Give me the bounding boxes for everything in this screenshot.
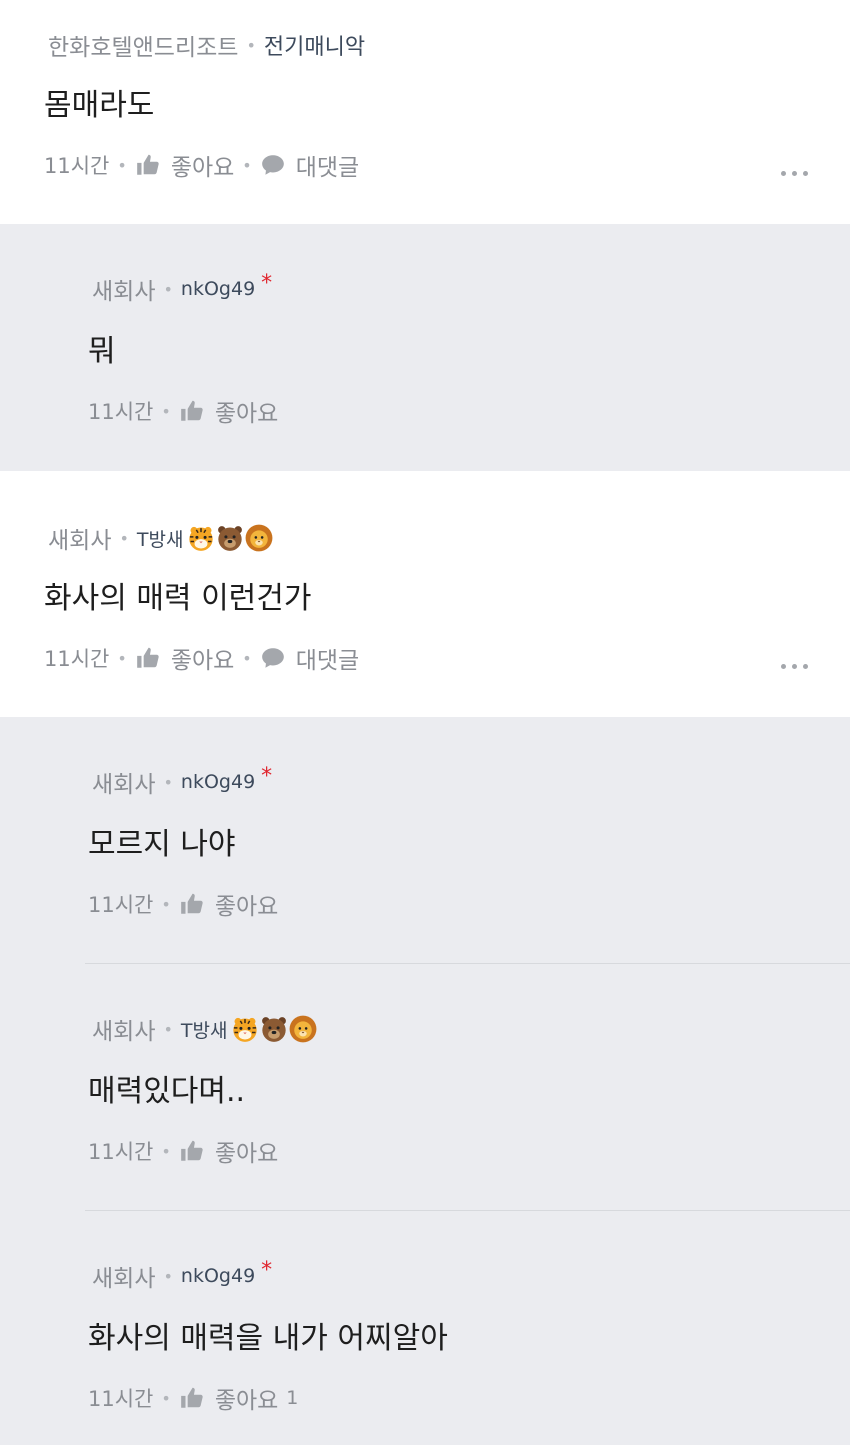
comment-actions: 11시간 • 좋아요 1	[88, 1381, 298, 1415]
separator-dot: •	[163, 772, 173, 792]
comment-author: 한화호텔앤드리조트 • 전기매니악	[48, 28, 365, 62]
separator-dot: •	[161, 1388, 171, 1408]
comment-text: 모르지 나야	[88, 827, 236, 862]
comment-thread: 한화호텔앤드리조트 • 전기매니악 몸매라도 11시간 • 좋아요 • 대댓글 …	[0, 0, 850, 1445]
separator-dot: •	[242, 155, 252, 175]
like-label: 좋아요	[214, 894, 279, 920]
like-label: 좋아요	[214, 1388, 279, 1414]
author-mark: *	[261, 763, 273, 789]
comment-time: 11시간	[44, 647, 110, 671]
reply-label: 대댓글	[295, 648, 360, 674]
like-button[interactable]: 좋아요	[179, 887, 278, 921]
like-button[interactable]: 좋아요	[135, 641, 234, 675]
separator-dot: •	[161, 1141, 171, 1161]
reply-button[interactable]: 대댓글	[260, 641, 359, 675]
more-options-button[interactable]	[781, 664, 808, 669]
separator-dot: •	[119, 528, 129, 548]
comment-text: 뭐	[88, 334, 116, 369]
nickname[interactable]: T방새	[137, 525, 184, 552]
nickname[interactable]: nkOg49	[181, 278, 255, 300]
comment-time: 11시간	[88, 1387, 154, 1411]
nickname[interactable]: 전기매니악	[264, 29, 365, 61]
thumbs-up-icon	[179, 1385, 205, 1411]
tiger-face-icon	[231, 1015, 259, 1043]
separator-dot: •	[163, 1019, 173, 1039]
company-name: 새회사	[92, 279, 156, 305]
more-dots-icon	[781, 664, 786, 669]
bear-face-icon	[260, 1015, 288, 1043]
like-button[interactable]: 좋아요 1	[179, 1381, 299, 1415]
like-label: 좋아요	[170, 155, 235, 181]
more-options-button[interactable]	[781, 171, 808, 176]
author-mark: *	[261, 1257, 273, 1283]
nickname-emojis	[230, 1015, 317, 1043]
like-button[interactable]: 좋아요	[179, 1134, 278, 1168]
comment-author: 새회사 • nkOg49 *	[92, 270, 273, 306]
comment-time: 11시간	[88, 1140, 154, 1164]
thumbs-up-icon	[179, 398, 205, 424]
bear-face-icon	[216, 524, 244, 552]
comment-text: 화사의 매력 이런건가	[44, 581, 312, 616]
like-count: 1	[286, 1387, 299, 1409]
separator-dot: •	[117, 155, 127, 175]
more-dots-icon	[781, 171, 786, 176]
thumbs-up-icon	[179, 1138, 205, 1164]
comment-text: 화사의 매력을 내가 어찌알아	[88, 1321, 448, 1356]
comment-actions: 11시간 • 좋아요	[88, 1134, 278, 1168]
comment-time: 11시간	[88, 893, 154, 917]
reply-button[interactable]: 대댓글	[260, 148, 359, 182]
reply-item: 새회사 • nkOg49 * 화사의 매력을 내가 어찌알아 11시간 • 좋아…	[0, 1211, 850, 1445]
comment-author: 새회사 • T방새	[48, 521, 273, 555]
like-button[interactable]: 좋아요	[135, 148, 234, 182]
comment-text: 매력있다며..	[88, 1074, 246, 1109]
separator-dot: •	[242, 648, 252, 668]
nickname[interactable]: nkOg49	[181, 771, 255, 793]
comment-author: 새회사 • nkOg49 *	[92, 763, 273, 799]
tiger-face-icon	[187, 524, 215, 552]
like-label: 좋아요	[170, 648, 235, 674]
comment-time: 11시간	[44, 154, 110, 178]
reply-item: 새회사 • nkOg49 * 뭐 11시간 • 좋아요	[0, 224, 850, 471]
comment-actions: 11시간 • 좋아요 • 대댓글	[44, 641, 359, 675]
comment-time: 11시간	[88, 400, 154, 424]
reply-label: 대댓글	[295, 155, 360, 181]
comment-actions: 11시간 • 좋아요	[88, 394, 278, 428]
speech-bubble-icon	[260, 645, 286, 671]
lion-face-icon	[289, 1015, 317, 1043]
company-name: 새회사	[92, 1019, 156, 1045]
comment-actions: 11시간 • 좋아요	[88, 887, 278, 921]
speech-bubble-icon	[260, 152, 286, 178]
lion-face-icon	[245, 524, 273, 552]
comment-author: 새회사 • nkOg49 *	[92, 1257, 273, 1293]
thumbs-up-icon	[135, 152, 161, 178]
comment-text: 몸매라도	[44, 88, 155, 123]
author-mark: *	[261, 270, 273, 296]
thumbs-up-icon	[179, 891, 205, 917]
separator-dot: •	[161, 894, 171, 914]
nickname-emojis	[186, 524, 273, 552]
reply-item: 새회사 • T방새 매력있다며.. 11시간 • 좋아요	[0, 964, 850, 1211]
separator-dot: •	[117, 648, 127, 668]
company-name: 한화호텔앤드리조트	[48, 35, 239, 61]
nickname[interactable]: nkOg49	[181, 1265, 255, 1287]
separator-dot: •	[163, 279, 173, 299]
company-name: 새회사	[92, 1266, 156, 1292]
like-label: 좋아요	[214, 1141, 279, 1167]
thumbs-up-icon	[135, 645, 161, 671]
reply-item: 새회사 • nkOg49 * 모르지 나야 11시간 • 좋아요	[0, 717, 850, 964]
separator-dot: •	[163, 1266, 173, 1286]
comment-item: 새회사 • T방새 화사의 매력 이런건가 11시간 • 좋아요 • 대댓글	[0, 471, 850, 717]
separator-dot: •	[161, 401, 171, 421]
like-label: 좋아요	[214, 401, 279, 427]
like-button[interactable]: 좋아요	[179, 394, 278, 428]
comment-author: 새회사 • T방새	[92, 1012, 317, 1046]
separator-dot: •	[246, 35, 256, 55]
comment-actions: 11시간 • 좋아요 • 대댓글	[44, 148, 359, 182]
comment-item: 한화호텔앤드리조트 • 전기매니악 몸매라도 11시간 • 좋아요 • 대댓글	[0, 0, 850, 224]
nickname[interactable]: T방새	[181, 1016, 228, 1043]
company-name: 새회사	[92, 772, 156, 798]
company-name: 새회사	[48, 528, 112, 554]
